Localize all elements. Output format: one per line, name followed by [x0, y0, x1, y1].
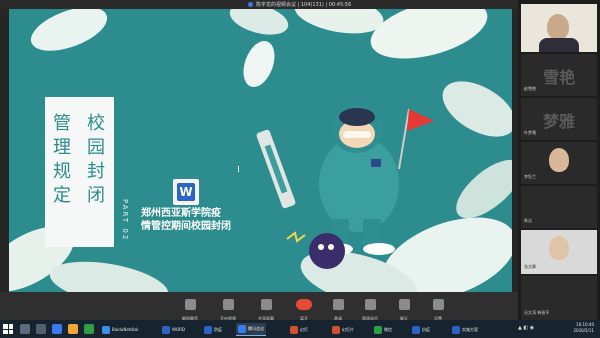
participant-tile[interactable]: [521, 4, 597, 52]
word-icon: [412, 325, 420, 334]
mic-icon: [184, 299, 196, 310]
document-name[interactable]: 郑州西亚斯学院疫 情管控期间校园封闭: [141, 207, 271, 233]
wechat-icon[interactable]: [84, 324, 94, 334]
taskbar-app-label: 幻灯片: [342, 326, 354, 332]
participant-face: [549, 236, 569, 260]
ppt-icon: [290, 325, 298, 334]
taskbar-app-label: 抗疫: [422, 326, 430, 332]
shared-slide: 管 理 规 定 校 园 封 闭 PART 02 W 郑州西亚斯学院疫 情管控期间…: [9, 9, 512, 292]
part-label: PART 02: [121, 199, 129, 242]
participant-placeholder: 梦雅: [542, 112, 575, 131]
taskbar-app[interactable]: 抗疫: [410, 323, 432, 336]
participant-tile[interactable]: 吕文涛 韩晋亨: [521, 276, 597, 320]
task-view-icon[interactable]: [36, 324, 46, 334]
participant-name: 李钰兰: [524, 174, 536, 179]
participant-placeholder: 雪艳: [542, 68, 575, 87]
word-document-icon[interactable]: W: [173, 179, 199, 205]
meeting-app-icon: [238, 325, 246, 333]
taskbar-app[interactable]: WORD: [160, 323, 187, 336]
taskbar-app[interactable]: 微信: [372, 323, 394, 336]
settings-icon: [432, 299, 444, 310]
wechat-icon: [374, 325, 382, 334]
meeting-indicator-icon: [248, 2, 253, 7]
taskbar-app-label: WORD: [172, 327, 185, 332]
folder-icon[interactable]: [68, 324, 78, 334]
members-icon: [364, 299, 376, 310]
participant-face: [549, 148, 569, 172]
mute-button[interactable]: 解除静音: [170, 295, 210, 321]
participant-tile[interactable]: 陈洁: [521, 186, 597, 228]
camera-icon: [222, 299, 234, 310]
participant-tile[interactable]: 雪艳 赵雪艳: [521, 54, 597, 96]
ppt-icon: [332, 325, 340, 334]
taskbar-app-label: 幻灯: [300, 326, 308, 332]
title-char: 管: [53, 113, 71, 134]
taskbar-app[interactable]: 防疫: [202, 323, 224, 336]
participant-tile[interactable]: 李钰兰: [521, 142, 597, 184]
taskbar-app-label: 实施方案: [462, 326, 478, 332]
video-button[interactable]: 开启视频: [208, 295, 248, 321]
participant-tile[interactable]: 张文静: [521, 230, 597, 274]
mouse-cursor-icon: [238, 166, 242, 172]
browser-icon[interactable]: [52, 324, 62, 334]
word-letter: W: [177, 183, 195, 201]
system-tray-icons[interactable]: ▲ ◧ ◉: [518, 325, 534, 331]
title-column-left: 管 理 规 定: [51, 112, 73, 208]
clock-date: 2020/5/11: [573, 328, 594, 333]
meeting-title-bar: 陈宇龙的视频会议 | 104(131) | 00:45:56: [0, 0, 518, 9]
system-clock[interactable]: 16:10:40 2020/5/11: [573, 322, 594, 334]
taskbar-app-label: BaiduNetdisk: [112, 327, 139, 332]
windows-taskbar: BaiduNetdisk WORD 防疫 腾讯会议 幻灯 幻灯片 微信 抗疫 实…: [0, 320, 600, 338]
participant-name: 张文静: [524, 264, 536, 269]
chat-icon: [398, 299, 410, 310]
meeting-screen: 陈宇龙的视频会议 | 104(131) | 00:45:56 管 理 规 定 校…: [0, 0, 600, 338]
taskbar-app[interactable]: 幻灯: [288, 323, 310, 336]
title-char: 规: [53, 161, 71, 182]
title-column-right: 校 园 封 闭: [85, 112, 107, 208]
participant-body: [539, 38, 579, 52]
document-name-line2: 情管控期间校园封闭: [141, 221, 231, 232]
participants-panel: 雪艳 赵雪艳 梦雅 叶梦雅 李钰兰 陈洁 张文静 吕文涛 韩晋亨: [518, 0, 600, 320]
taskbar-app-label: 微信: [384, 326, 392, 332]
title-char: 封: [87, 161, 105, 182]
word-icon: [452, 325, 460, 334]
meeting-status: 陈宇龙的视频会议 | 104(131) | 00:45:56: [248, 1, 351, 8]
document-name-line1: 郑州西亚斯学院疫: [141, 208, 221, 219]
taskbar-app[interactable]: 实施方案: [450, 323, 480, 336]
taskbar-app[interactable]: 幻灯片: [330, 323, 356, 336]
title-char: 闭: [87, 185, 105, 206]
netdisk-icon: [102, 325, 110, 334]
participant-name: 吕文涛 韩晋亨: [524, 310, 550, 315]
participant-name: 叶梦雅: [524, 130, 536, 135]
doctor-illustration: [256, 105, 434, 269]
title-char: 理: [53, 137, 71, 158]
participant-name: 陈洁: [524, 218, 532, 223]
title-char: 园: [87, 137, 105, 158]
participant-name: 赵雪艳: [524, 86, 536, 91]
word-icon: [204, 325, 212, 334]
participant-tile[interactable]: 梦雅 叶梦雅: [521, 98, 597, 140]
title-char: 校: [87, 113, 105, 134]
taskbar-app-label: 防疫: [214, 326, 222, 332]
meeting-controls: 解除静音 开启视频 共享屏幕 离开 邀请 管理成员 聊天 设置: [0, 292, 518, 321]
search-icon[interactable]: [20, 324, 30, 334]
title-char: 定: [53, 185, 71, 206]
settings-button[interactable]: 设置: [418, 295, 458, 321]
taskbar-app-active[interactable]: 腾讯会议: [236, 323, 266, 336]
invite-icon: [332, 299, 344, 310]
word-icon: [162, 325, 170, 334]
taskbar-app[interactable]: BaiduNetdisk: [100, 323, 140, 336]
taskbar-app-label: 腾讯会议: [248, 326, 264, 331]
participant-face: [547, 14, 569, 40]
meeting-status-text: 陈宇龙的视频会议 | 104(131) | 00:45:56: [256, 2, 352, 8]
start-menu-icon[interactable]: [3, 324, 13, 334]
end-call-icon: [296, 299, 312, 310]
